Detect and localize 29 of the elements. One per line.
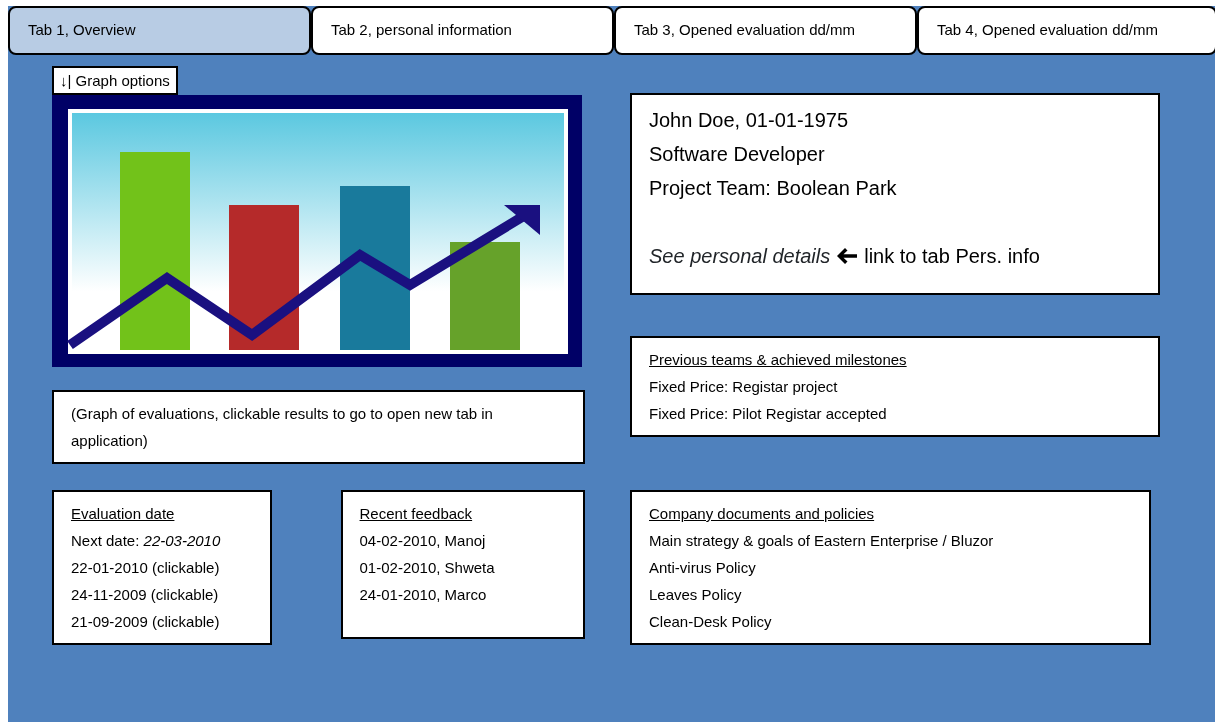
person-info-text: Project Team: Boolean Park <box>649 176 898 201</box>
milestone-text: Fixed Price: Pilot Registar accepted <box>649 404 888 424</box>
evaluation-date-link[interactable]: 21-09-2009 (clickable) <box>71 608 253 635</box>
section-heading: Company documents and policies <box>649 504 876 524</box>
feedback-item[interactable]: 04-02-2010, Manoj <box>359 527 566 554</box>
section-heading: Recent feedback <box>359 504 474 524</box>
left-arrow-icon <box>836 247 859 265</box>
section-heading: Previous teams & achieved milestones <box>649 350 908 370</box>
document-link[interactable]: Clean-Desk Policy <box>649 608 1132 635</box>
document-link[interactable]: Main strategy & goals of Eastern Enterprise / Bluzor <box>649 527 1132 554</box>
evaluation-date-link[interactable]: 22-01-2010 (clickable) <box>71 554 253 581</box>
tab[interactable]: Tab 1, Overview <box>8 6 311 55</box>
tab[interactable]: Tab 3, Opened evaluation dd/mm <box>614 6 917 55</box>
next-date-text: Next date: 22-03-2010 <box>71 531 222 551</box>
tab[interactable]: Tab 4, Opened evaluation dd/mm <box>917 6 1215 55</box>
document-link[interactable]: Leaves Policy <box>649 581 1132 608</box>
feedback-item[interactable]: 24-01-2010, Marco <box>359 581 566 608</box>
milestone-text: Fixed Price: Registar project <box>649 377 839 397</box>
document-link[interactable]: Anti-virus Policy <box>649 554 1132 581</box>
link-note-text: link to tab Pers. info <box>864 244 1040 269</box>
personal-details-link[interactable]: See personal details <box>649 239 831 273</box>
person-info-text: Software Developer <box>649 142 826 167</box>
evaluation-date-link[interactable]: 24-11-2009 (clickable) <box>71 581 253 608</box>
graph-options-button[interactable]: ↓| Graph options <box>52 66 178 95</box>
feedback-item[interactable]: 01-02-2010, Shweta <box>359 554 566 581</box>
person-info-text: John Doe, 01-01-1975 <box>649 108 850 133</box>
tab[interactable]: Tab 2, personal information <box>311 6 614 55</box>
section-heading: Evaluation date <box>71 504 176 524</box>
graph-note-text: (Graph of evaluations, clickable results to go to open new tab in application) <box>52 390 585 464</box>
